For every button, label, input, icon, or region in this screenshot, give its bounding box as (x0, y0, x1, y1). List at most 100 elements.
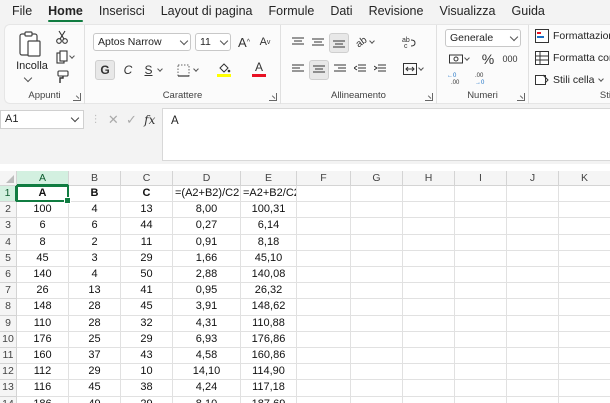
tab-home[interactable]: Home (48, 0, 83, 22)
grid-cell[interactable] (351, 202, 403, 219)
grid-cell[interactable]: 2 (69, 234, 121, 251)
grid-cell[interactable] (297, 186, 351, 203)
paste-label[interactable]: Incolla (10, 60, 54, 72)
grid-cell[interactable] (297, 202, 351, 219)
row-header[interactable]: 13 (0, 380, 17, 397)
column-header[interactable]: J (507, 171, 559, 186)
grid-cell[interactable] (507, 364, 559, 381)
grid-cell[interactable]: 0,95 (173, 283, 241, 300)
grid-cell[interactable]: 28 (69, 315, 121, 332)
grid-cell[interactable] (455, 202, 507, 219)
grid-cell[interactable] (507, 234, 559, 251)
grid-cell[interactable] (351, 364, 403, 381)
tab-help[interactable]: Guida (512, 0, 545, 22)
grid-cell[interactable]: 116 (17, 380, 69, 397)
grid-cell[interactable] (507, 331, 559, 348)
decrease-decimal-icon[interactable]: .00 →0 (471, 69, 493, 87)
align-center-icon[interactable] (309, 60, 329, 80)
grid-cell[interactable]: 25 (69, 331, 121, 348)
grid-cell[interactable]: 117,18 (241, 380, 297, 397)
grid-cell[interactable]: 10 (121, 364, 173, 381)
grid-cell[interactable] (559, 380, 610, 397)
grid-cell[interactable] (351, 348, 403, 365)
grid-cell[interactable]: 140,08 (241, 267, 297, 284)
grid-cell[interactable]: 29 (121, 396, 173, 403)
percent-button[interactable]: % (479, 50, 497, 68)
grid-cell[interactable] (559, 186, 610, 203)
grid-cell[interactable] (297, 396, 351, 403)
grid-cell[interactable] (455, 267, 507, 284)
column-header[interactable]: K (559, 171, 610, 186)
grid-cell[interactable]: 148 (17, 299, 69, 316)
name-box[interactable]: A1 (0, 110, 84, 129)
grid-cell[interactable] (455, 380, 507, 397)
grid-cell[interactable] (351, 218, 403, 235)
grid-cell[interactable]: 4,31 (173, 315, 241, 332)
shrink-font-button[interactable]: Av (256, 33, 274, 51)
grid-cell[interactable]: =(A2+B2)/C2 (173, 186, 241, 203)
column-header[interactable]: F (297, 171, 351, 186)
grid-cell[interactable] (507, 380, 559, 397)
grid-cell[interactable]: 176,86 (241, 331, 297, 348)
wrap-text-icon[interactable]: ab c (399, 33, 419, 51)
grid-cell[interactable]: 186 (17, 396, 69, 403)
grid-cell[interactable]: 0,91 (173, 234, 241, 251)
italic-button[interactable]: C (119, 60, 137, 80)
grid-cell[interactable]: 45,10 (241, 250, 297, 267)
alignment-launcher-icon[interactable] (425, 93, 433, 101)
orientation-icon[interactable]: ab (353, 33, 377, 51)
grid-cell[interactable]: 4,24 (173, 380, 241, 397)
grid-cell[interactable]: 41 (121, 283, 173, 300)
grid-cell[interactable]: 100,31 (241, 202, 297, 219)
clipboard-launcher-icon[interactable] (73, 93, 81, 101)
tab-insert[interactable]: Inserisci (99, 0, 145, 22)
grid-cell[interactable] (559, 299, 610, 316)
grid-cell[interactable] (559, 348, 610, 365)
grid-cell[interactable] (507, 315, 559, 332)
row-header[interactable]: 9 (0, 315, 17, 332)
grid-cell[interactable]: 110 (17, 315, 69, 332)
tab-review[interactable]: Revisione (369, 0, 424, 22)
grid-cell[interactable]: 3 (69, 250, 121, 267)
grid-cell[interactable] (403, 348, 455, 365)
grid-cell[interactable] (559, 332, 610, 348)
align-left-icon[interactable] (289, 60, 307, 78)
font-name-dropdown[interactable]: Aptos Narrow (93, 33, 191, 51)
column-header[interactable]: H (403, 171, 455, 186)
grid-cell[interactable]: 26 (17, 283, 69, 300)
format-painter-icon[interactable] (53, 69, 71, 85)
grid-cell[interactable]: 38 (121, 380, 173, 397)
grid-cell[interactable] (559, 267, 610, 284)
grid-cell[interactable] (297, 348, 351, 365)
grid-cell[interactable]: 11 (121, 234, 173, 251)
grid-cell[interactable]: 160 (17, 348, 69, 365)
increase-decimal-icon[interactable]: ←0.00 (445, 69, 467, 87)
number-format-dropdown[interactable]: Generale (445, 29, 521, 47)
cancel-icon[interactable]: ✕ (108, 112, 119, 128)
grid-cell[interactable]: 13 (69, 283, 121, 300)
grid-cell[interactable]: 29 (121, 250, 173, 267)
row-header[interactable]: 11 (0, 348, 17, 365)
grid-cell[interactable]: =A2+B2/C2 (241, 186, 297, 203)
grid-cell[interactable]: 6 (17, 218, 69, 235)
grid-cell[interactable]: 6 (69, 218, 121, 235)
grid-cell[interactable]: 13 (121, 202, 173, 219)
tab-file[interactable]: File (12, 0, 32, 22)
grow-font-button[interactable]: A ^ (235, 33, 253, 51)
column-header[interactable]: D (173, 171, 241, 186)
row-header[interactable]: 6 (0, 267, 17, 284)
accounting-format-icon[interactable] (445, 50, 473, 68)
align-middle-icon[interactable] (309, 33, 327, 51)
insert-function-icon[interactable]: fx (144, 113, 155, 127)
grid-cell[interactable] (507, 250, 559, 267)
grid-cell[interactable] (507, 218, 559, 235)
grid-cell[interactable]: C (121, 186, 173, 203)
grid-cell[interactable]: A (17, 186, 69, 203)
grid-cell[interactable]: 6,93 (173, 331, 241, 348)
grid-cell[interactable]: 4,58 (173, 348, 241, 365)
grid-cell[interactable] (297, 380, 351, 397)
grid-cell[interactable] (455, 250, 507, 267)
row-header[interactable]: 14 (0, 396, 17, 403)
borders-button[interactable] (173, 60, 201, 80)
copy-icon[interactable] (53, 49, 77, 65)
